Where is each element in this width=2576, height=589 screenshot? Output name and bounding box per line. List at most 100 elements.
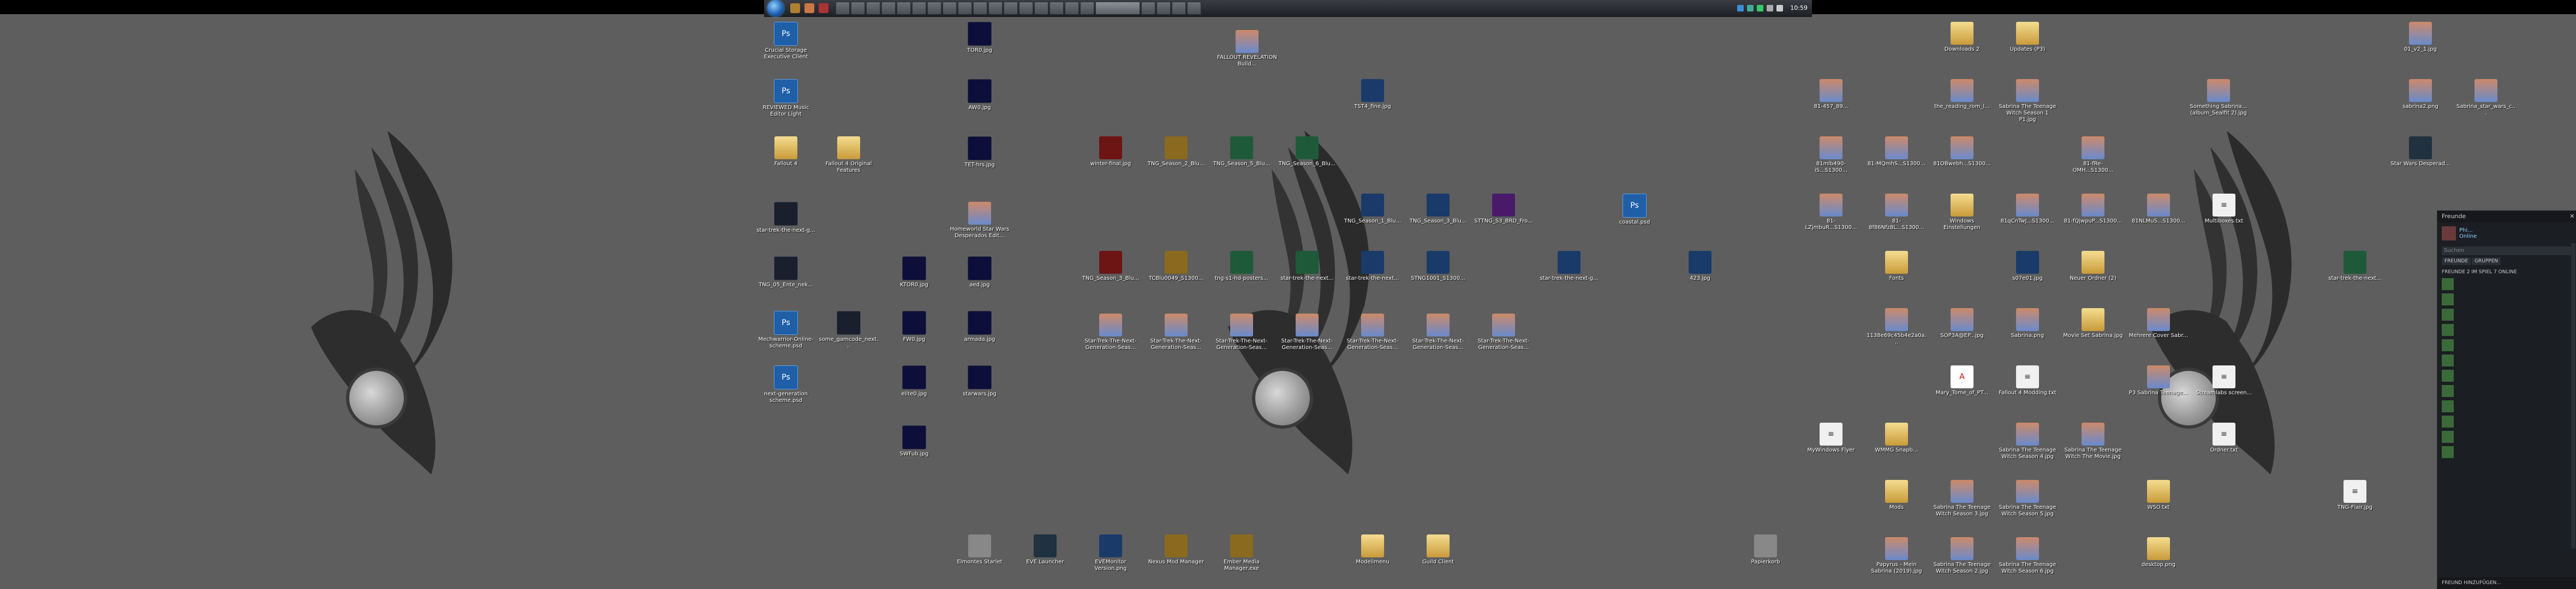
desktop-icon[interactable]: 423.jpg <box>1670 251 1730 282</box>
desktop-icon[interactable]: armada.jpg <box>950 311 1010 343</box>
desktop-icon[interactable]: EVEMonitor Version.png <box>1081 534 1141 572</box>
desktop-icon[interactable]: Elmontes Starlet <box>950 534 1010 566</box>
friend-row[interactable] <box>2437 445 2576 459</box>
desktop-icon[interactable]: s07e01.jpg <box>1997 251 2058 282</box>
taskbar-app-button[interactable] <box>1019 2 1033 15</box>
desktop-icon[interactable]: Neuer Ordner (2) <box>2063 251 2123 282</box>
desktop-icon[interactable]: 81qCnTwJ...S1300... <box>1997 194 2058 225</box>
taskbar-app-button[interactable] <box>1080 2 1094 15</box>
tray-icon-network[interactable] <box>1737 5 1744 11</box>
desktop-icon[interactable]: Updates (P3) <box>1997 22 2058 53</box>
tray-icon-steam[interactable] <box>1747 5 1754 11</box>
desktop-icon[interactable]: winter-final.jpg <box>1081 136 1141 167</box>
friend-row[interactable] <box>2437 338 2576 352</box>
taskbar-app-button[interactable] <box>988 2 1003 15</box>
desktop-icon[interactable]: A Mary_Tome_of_PT... <box>1932 365 1992 396</box>
tab-groups[interactable]: GRUPPEN <box>2472 257 2501 265</box>
desktop-icon[interactable]: Sabrina The Teenage Witch Season 1 P1.jp… <box>1997 79 2058 123</box>
desktop-icon[interactable]: Sabrina The Teenage Witch Season 3.jpg <box>1932 480 1992 518</box>
desktop-icon[interactable]: Star Wars Desperad... <box>2390 136 2450 167</box>
desktop-icon[interactable]: Papyrus - Mein Sabrina (2019).jpg <box>1867 537 1927 575</box>
taskbar-app-button[interactable] <box>912 2 926 15</box>
taskbar-app-button[interactable] <box>1141 2 1155 15</box>
desktop-icon[interactable]: Star-Trek-The-Next-Generation-Seas... <box>1146 314 1206 351</box>
friends-scrollbar[interactable] <box>2571 243 2575 549</box>
desktop-icon[interactable]: elite0.jpg <box>884 365 944 398</box>
friend-row[interactable] <box>2437 308 2576 322</box>
desktop-icon[interactable]: desktop.png <box>2128 537 2189 568</box>
quick-launch-icon-1[interactable] <box>790 3 800 13</box>
desktop-icon[interactable]: WMMG Snapb... <box>1867 423 1927 454</box>
desktop-icon[interactable]: Sabrina The Teenage Witch Season 4.jpg <box>1997 423 2058 460</box>
desktop-icon[interactable]: TST4_fine.jpg <box>1343 79 1403 110</box>
desktop-icon[interactable]: TET-hrs.jpg <box>950 136 1010 169</box>
desktop-icon[interactable]: FALLOUT REVELATION Build... <box>1217 30 1277 68</box>
friend-row[interactable] <box>2437 369 2576 383</box>
friends-search-input[interactable]: Suchen <box>2442 247 2572 255</box>
taskbar-app-button[interactable] <box>927 2 941 15</box>
taskbar-app-button[interactable] <box>836 2 850 15</box>
desktop-icon[interactable]: Ember Media Manager.exe <box>1212 534 1272 572</box>
desktop-icon[interactable]: the_reading_rom_l... <box>1932 79 1992 110</box>
desktop-icon[interactable]: star-trek-the-next... <box>2325 251 2385 282</box>
friend-row[interactable] <box>2437 353 2576 368</box>
taskbar-app-button[interactable] <box>851 2 865 15</box>
desktop-icon[interactable]: Ps next-generation scheme.psd <box>756 365 816 404</box>
taskbar-app-button[interactable] <box>1187 2 1201 15</box>
clock[interactable]: 10:59 <box>1790 0 1808 16</box>
desktop-icon[interactable]: 81-fRe-OMH...S1300... <box>2063 136 2123 174</box>
desktop-icon[interactable]: 81NLMuS...S1300... <box>2128 194 2189 225</box>
friend-row[interactable] <box>2437 399 2576 413</box>
desktop-icon[interactable]: star-trek-the-next-g... <box>1539 251 1599 282</box>
taskbar-app-button[interactable] <box>1095 2 1140 15</box>
desktop-icon[interactable]: Sabrina The Teenage Witch The Movie.jpg <box>2063 423 2123 460</box>
desktop-icon[interactable]: Star-Trek-The-Next-Generation-Seas... <box>1474 314 1534 351</box>
desktop-icon[interactable]: Nexus Mod Manager <box>1146 534 1206 566</box>
desktop-icon[interactable]: Homeworld Star Wars Desperados Edit... <box>950 202 1010 239</box>
desktop-icon[interactable]: Sabrina The Teenage Witch Season 5.jpg <box>1997 480 2058 518</box>
desktop-icon[interactable]: 81OBwebh...S1300... <box>1932 136 1992 167</box>
friend-row[interactable] <box>2437 292 2576 306</box>
tray-icon-app[interactable] <box>1757 5 1764 11</box>
desktop-icon[interactable]: Fonts <box>1867 251 1927 282</box>
friend-row[interactable] <box>2437 414 2576 429</box>
desktop-icon[interactable]: ≡ Fallout 4 Modding.txt <box>1997 365 2058 396</box>
desktop-icon[interactable]: P3 Sabrina Teenage... <box>2128 365 2189 396</box>
desktop-icon[interactable]: WSO.txt <box>2128 480 2189 511</box>
desktop-icon[interactable]: TCBlu0049_S1300... <box>1146 251 1206 282</box>
friend-row[interactable] <box>2437 277 2576 291</box>
taskbar-app-button[interactable] <box>1172 2 1186 15</box>
desktop-icon[interactable]: TNG_Season_1_Blu... <box>1343 194 1403 225</box>
friend-row[interactable] <box>2437 430 2576 444</box>
desktop-icon[interactable]: Sabrina The Teenage Witch Season 2.jpg <box>1932 537 1992 575</box>
desktop-icon[interactable]: sabrina2.png <box>2390 79 2450 110</box>
desktop-icon[interactable]: Mods <box>1867 480 1927 511</box>
desktop-icon[interactable]: Something Sabrina... (album_Sealfit 2).j… <box>2189 79 2249 117</box>
taskbar-app-button[interactable] <box>973 2 987 15</box>
taskbar-app-button[interactable] <box>897 2 911 15</box>
desktop-icon[interactable]: FW0.jpg <box>884 311 944 343</box>
desktop-icon[interactable]: TOR0.jpg <box>950 22 1010 54</box>
friend-row[interactable] <box>2437 323 2576 337</box>
quick-launch-icon-2[interactable] <box>804 3 814 13</box>
close-icon[interactable]: ✕ <box>2569 211 2576 223</box>
taskbar-app-button[interactable] <box>866 2 880 15</box>
desktop-icon[interactable]: star-trek-the-next-g... <box>756 202 816 234</box>
desktop-icon[interactable]: Windows Einstellungen <box>1932 194 1992 231</box>
desktop-icon[interactable]: STNG1001_S1300... <box>1408 251 1468 282</box>
desktop-icon[interactable]: Star-Trek-The-Next-Generation-Seas... <box>1277 314 1337 351</box>
tab-friends[interactable]: FREUNDE <box>2442 257 2471 265</box>
desktop-icon[interactable]: some_gamcode_next... <box>819 311 879 350</box>
taskbar-app-button[interactable] <box>958 2 972 15</box>
desktop-icon[interactable]: TNG_05_Ente_nek... <box>756 256 816 289</box>
desktop-icon[interactable]: 81-MQmhS...S1300... <box>1867 136 1927 167</box>
desktop-icon[interactable]: TNG_Season_2_Blu... <box>1146 136 1206 167</box>
desktop-icon[interactable]: TNG_Season_5_Blu... <box>1212 136 1272 167</box>
desktop-icon[interactable]: TNG_Season_3_Blu... <box>1408 194 1468 225</box>
taskbar-app-button[interactable] <box>881 2 896 15</box>
desktop-icon[interactable]: ≡ Multiboxes.txt <box>2194 194 2254 225</box>
desktop-icon[interactable]: 81-457_89... <box>1801 79 1861 110</box>
desktop-icon[interactable]: Sabrina The Teenage Witch Season 6.jpg <box>1997 537 2058 575</box>
taskbar-app-button[interactable] <box>1050 2 1064 15</box>
desktop-icon[interactable]: Ps REVIEWED Music Editor Light <box>756 79 816 118</box>
